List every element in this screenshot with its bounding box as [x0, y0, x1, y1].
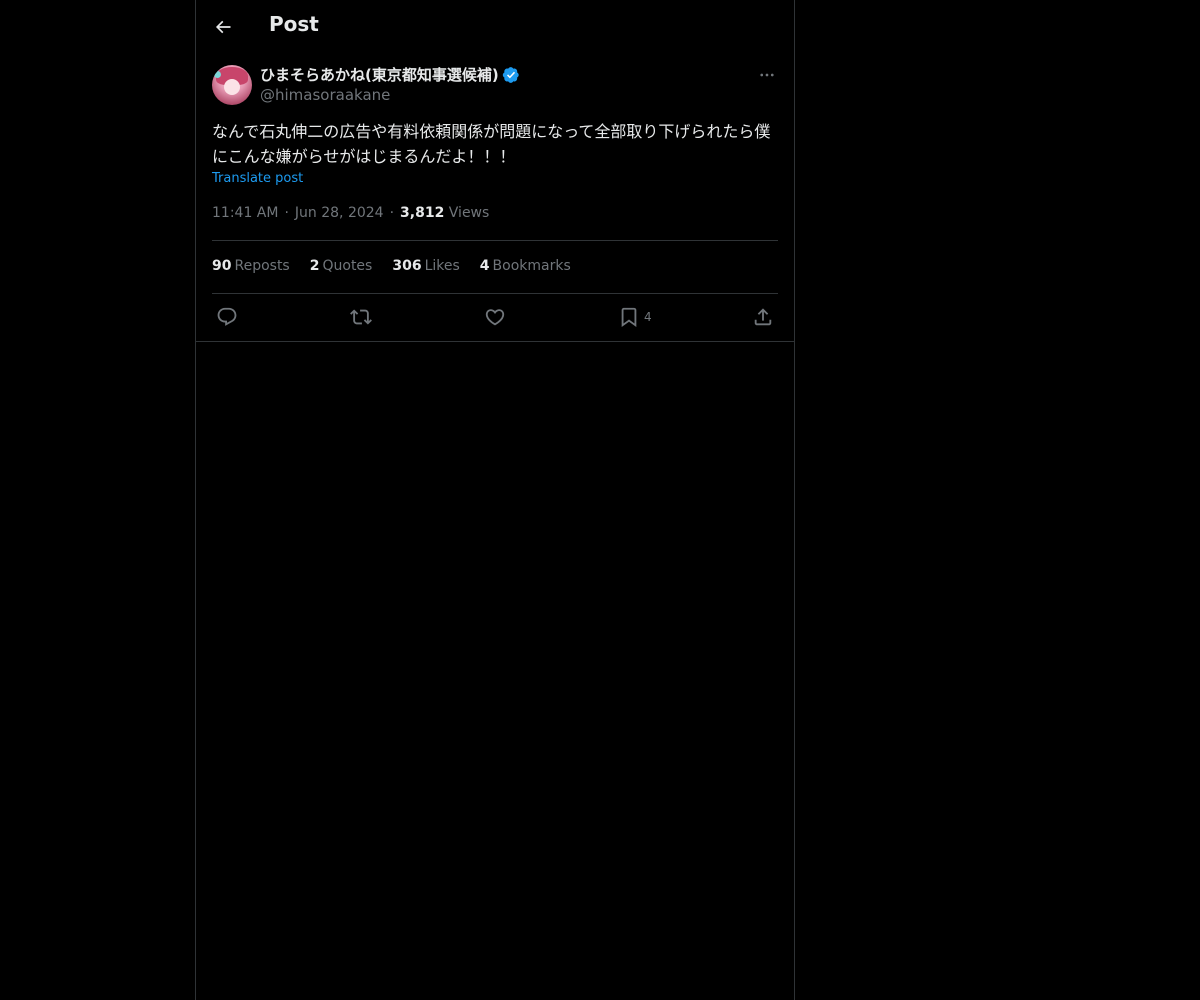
like-button[interactable]	[484, 305, 506, 329]
author-handle[interactable]: @himasoraakane	[260, 86, 390, 104]
stat-likes[interactable]: 306 Likes	[392, 258, 459, 274]
views-count: 3,812	[400, 205, 445, 221]
more-dots-icon	[760, 73, 774, 77]
translate-post-link[interactable]: Translate post	[212, 171, 303, 186]
post-text: なんで石丸伸二の広告や有料依頼関係が問題になって全部取り下げられたら僕にこんな嫌…	[212, 122, 771, 166]
repost-icon	[350, 309, 372, 325]
page-header: Post	[196, 0, 794, 54]
author-name-row[interactable]: ひまそらあかね(東京都知事選候補)	[260, 64, 520, 85]
page-title: Post	[269, 12, 319, 36]
stat-bookmarks[interactable]: 4 Bookmarks	[480, 258, 571, 274]
arrow-left-icon	[215, 20, 231, 34]
repost-button[interactable]	[350, 305, 372, 329]
stat-quotes[interactable]: 2 Quotes	[310, 258, 373, 274]
reply-icon	[217, 307, 237, 326]
divider	[212, 240, 778, 241]
divider	[196, 341, 794, 342]
post-author: ひまそらあかね(東京都知事選候補) @himasoraakane	[212, 64, 778, 108]
verified-badge-icon	[502, 66, 519, 83]
share-icon	[754, 308, 772, 326]
post-actions: 4	[212, 304, 778, 332]
author-display-name[interactable]: ひまそらあかね(東京都知事選候補)	[260, 64, 499, 85]
bookmark-count: 4	[644, 310, 652, 324]
bookmark-icon	[621, 307, 637, 328]
post-stats: 90 Reposts 2 Quotes 306 Likes 4 Bookmarks	[212, 258, 571, 274]
post-meta: 11:41 AM · Jun 28, 2024 · 3,812 Views	[212, 205, 490, 221]
bookmark-button[interactable]: 4	[618, 305, 652, 329]
post-time[interactable]: 11:41 AM	[212, 205, 278, 221]
post-date[interactable]: Jun 28, 2024	[295, 205, 384, 221]
post-column: Post ひまそらあかね(東京都知事選候補) @himasoraakane なん…	[195, 0, 795, 1000]
stat-reposts[interactable]: 90 Reposts	[212, 258, 290, 274]
reply-button[interactable]	[216, 305, 238, 329]
heart-icon	[485, 309, 505, 326]
avatar[interactable]	[212, 65, 252, 105]
divider	[212, 293, 778, 294]
more-options-button[interactable]	[756, 64, 778, 86]
share-button[interactable]	[752, 305, 774, 329]
back-button[interactable]	[210, 14, 236, 40]
views-label: Views	[448, 205, 490, 221]
